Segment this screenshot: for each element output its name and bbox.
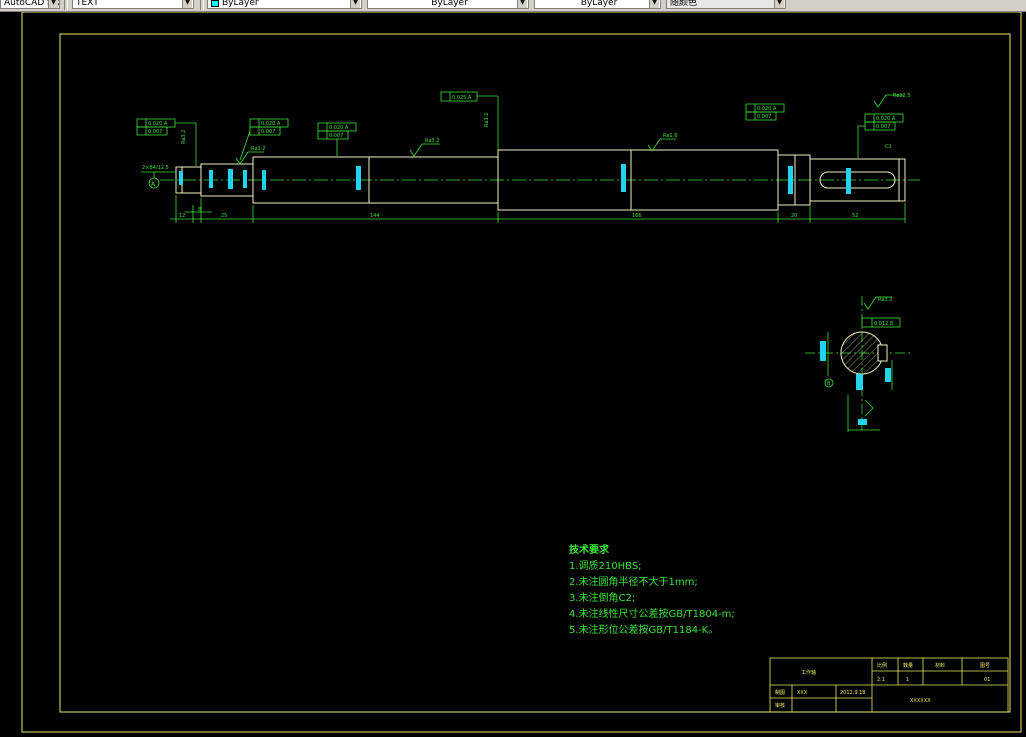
check-label: 审核 (775, 702, 785, 709)
diameter-mark (788, 166, 793, 194)
text-style-combo-value: TEXT (76, 0, 99, 8)
plot-style-combo[interactable]: 随颜色 ▼ (666, 0, 786, 9)
lineweight-combo[interactable]: ByLayer ▼ (534, 0, 661, 9)
plot-style-combo-value: 随颜色 (670, 0, 698, 8)
section-diameter-mark (820, 341, 826, 361)
section-keyway (877, 344, 888, 362)
section-depth-mark (858, 419, 867, 425)
color-combo-value: ByLayer (222, 0, 259, 8)
roughness-4: Ra3.2 (181, 130, 187, 144)
dim-25: 25 (221, 213, 227, 219)
part-name: 工作轴 (801, 669, 816, 676)
section-outline (840, 331, 884, 375)
drawing-canvas[interactable]: 12 8 25 144 166 20 52 2×B4/12.5 C2 A 0.0… (0, 12, 1026, 737)
roughness-2: Ra3.2 (425, 138, 439, 144)
linetype-combo-value: ByLayer (431, 0, 468, 8)
workspace-combo[interactable]: AutoCAD 经典 ▼ (0, 0, 60, 9)
roughness-1: Ra3.2 (251, 146, 265, 152)
diameter-mark (262, 170, 266, 190)
drawn-by: XXX (797, 690, 808, 696)
dim-52: 52 (852, 213, 858, 219)
requirements-title: 技术要求 (569, 545, 609, 556)
section-datum-b: B (827, 381, 831, 387)
diameter-mark (621, 164, 626, 192)
datum-a-label: A (151, 181, 156, 188)
chevron-down-icon[interactable]: ▼ (350, 0, 360, 8)
chamfer-label: C2 (885, 144, 892, 150)
tolerance-3a: 0.020 A (329, 125, 349, 131)
tolerance-2a: 0.020 A (261, 121, 281, 127)
header-scale: 比例 (877, 662, 887, 669)
drawn-label: 制图 (775, 689, 785, 696)
diameter-mark (228, 169, 233, 189)
tolerance-1a: 0.020 A (148, 121, 168, 127)
requirement-item-4: 4.未注线性尺寸公差按GB/T1804-m; (569, 609, 735, 620)
shaft-main-view: 12 8 25 144 166 20 52 2×B4/12.5 C2 A (141, 144, 920, 223)
center-hole-label: 2×B4/12.5 (142, 165, 169, 171)
tolerance-2b: 0.007 (261, 129, 275, 135)
color-swatch-icon (211, 0, 219, 7)
lineweight-combo-value: ByLayer (580, 0, 618, 8)
header-material: 材料 (935, 662, 945, 669)
diameter-mark (209, 170, 213, 188)
title-block (769, 657, 1009, 713)
tolerance-5b: 0.007 (757, 114, 771, 120)
requirement-item-5: 5.未注形位公差按GB/T1184-K。 (569, 625, 719, 636)
scale-value: 2:1 (877, 677, 885, 683)
diameter-mark (356, 166, 361, 190)
tolerance-6b: 0.007 (876, 124, 890, 130)
diameter-mark (243, 170, 247, 188)
tolerance-5a: 0.020 A (757, 106, 777, 112)
requirement-item-2: 2.未注圆角半径不大于1mm; (569, 577, 698, 588)
linetype-combo[interactable]: ByLayer ▼ (367, 0, 529, 9)
roughness-7: Ra3.2 (878, 297, 892, 303)
roughness-5: Ra3.2 (484, 113, 490, 127)
tolerance-7: 0.012 B (874, 321, 894, 327)
tolerance-6a: 0.020 A (876, 116, 896, 122)
dim-144: 144 (370, 213, 380, 219)
toolbar-separator (200, 0, 204, 10)
drawn-date: 2012.9.18 (840, 690, 865, 696)
tolerance-3b: 0.007 (329, 133, 343, 139)
school-name: XXXXXX (910, 698, 931, 704)
chevron-down-icon[interactable]: ▼ (182, 0, 192, 8)
section-key-width-mark (885, 368, 891, 382)
dim-8: 8 (198, 207, 201, 213)
requirement-item-3: 3.未注倒角C2; (569, 593, 636, 604)
chevron-down-icon[interactable]: ▼ (48, 0, 58, 8)
diameter-mark (179, 171, 183, 185)
chevron-down-icon[interactable]: ▼ (774, 0, 784, 8)
qty-value: 1 (906, 677, 909, 683)
color-combo[interactable]: ByLayer ▼ (207, 0, 362, 9)
requirement-item-1: 1.调质210HBS; (569, 561, 642, 572)
tolerance-1b: 0.007 (148, 129, 162, 135)
section-depth-mark (856, 374, 863, 390)
properties-toolbar: AutoCAD 经典 ▼ TEXT ▼ ByLayer ▼ ByLayer ▼ ByLa… (0, 0, 1026, 12)
drawing-no-value: 01 (984, 677, 990, 683)
dim-20: 20 (791, 213, 797, 219)
header-qty: 数量 (903, 662, 913, 669)
diameter-mark (846, 168, 851, 194)
header-drawing-no: 图号 (980, 663, 990, 669)
chevron-down-icon[interactable]: ▼ (649, 0, 659, 8)
chevron-down-icon[interactable]: ▼ (517, 0, 527, 8)
toolbar-separator (64, 0, 68, 10)
cross-section-view: 0.012 B B (805, 296, 910, 432)
roughness-3: Ra1.6 (663, 133, 677, 139)
dim-166: 166 (632, 213, 642, 219)
text-style-combo[interactable]: TEXT ▼ (72, 0, 194, 9)
tolerance-4: 0.025 A (452, 95, 472, 101)
roughness-6: Ra12.5 (893, 93, 911, 99)
dim-12: 12 (179, 213, 185, 219)
